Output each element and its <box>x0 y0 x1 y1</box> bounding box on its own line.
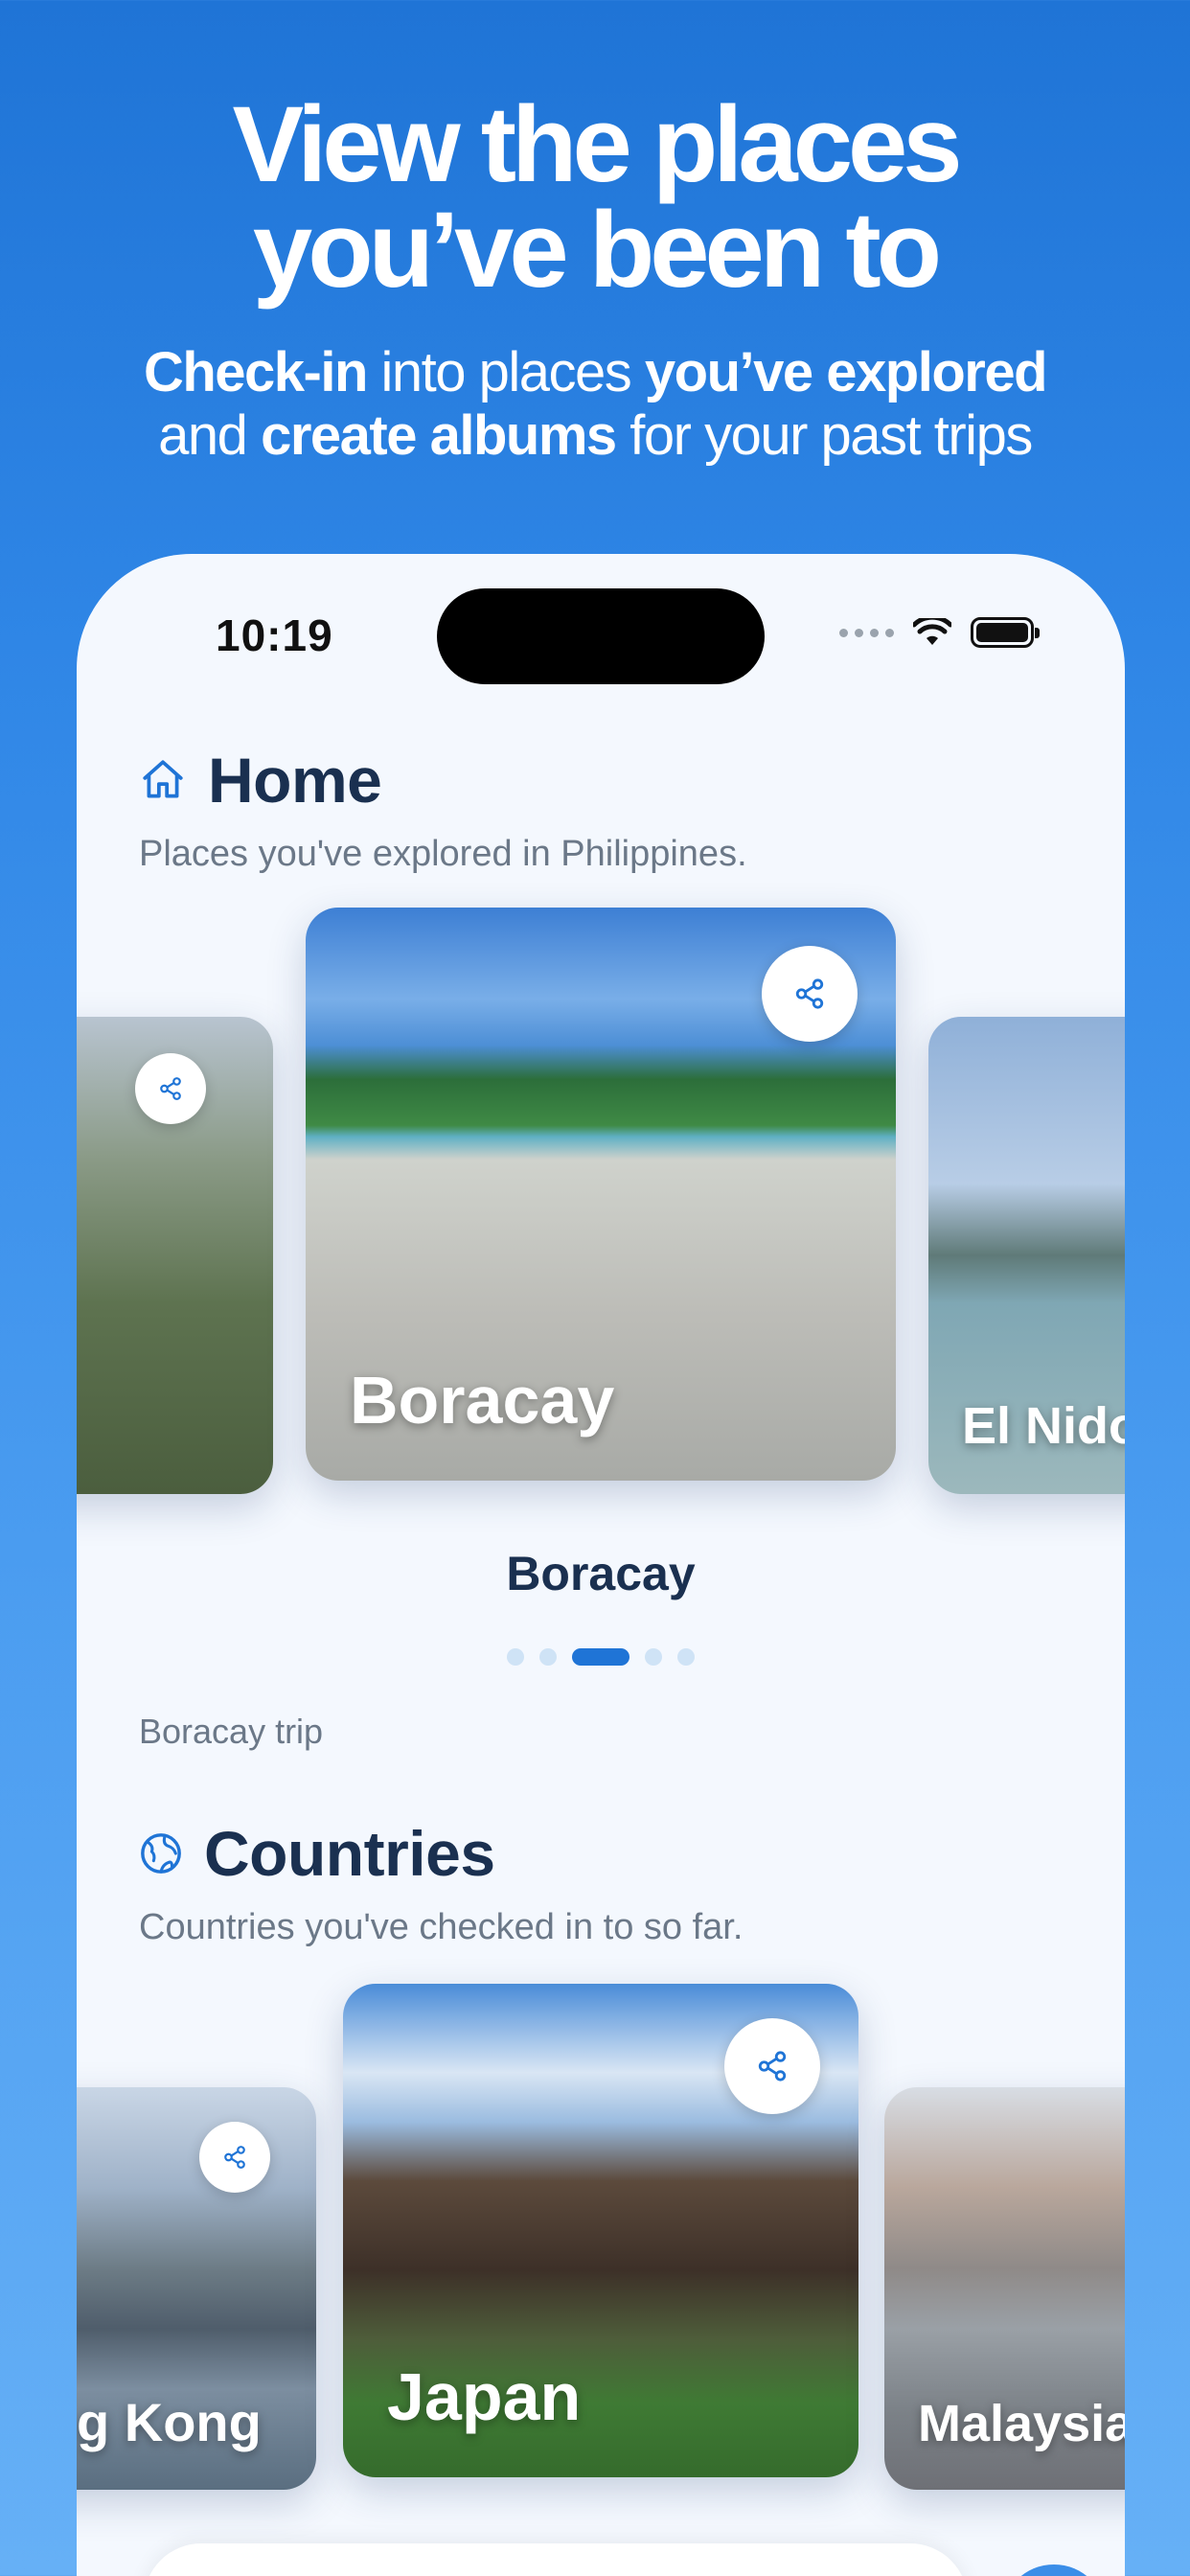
country-card-japan[interactable]: Japan <box>343 1984 858 2477</box>
promo-sub-bold: you’ve explored <box>644 341 1048 403</box>
share-icon <box>758 2051 787 2082</box>
promo-sub-text: and <box>158 404 262 467</box>
place-card-el-nido[interactable]: El Nido <box>928 1017 1125 1494</box>
carousel-pager[interactable] <box>77 1648 1125 1666</box>
place-card-left[interactable] <box>77 1017 273 1494</box>
country-card-malaysia[interactable]: Malaysia <box>884 2087 1125 2490</box>
country-card-label: Malaysia <box>918 2395 1125 2452</box>
pager-dot[interactable] <box>539 1648 557 1666</box>
promo-sub-bold: Check-in <box>143 341 368 403</box>
promo-title-line2: you’ve been to <box>252 190 942 310</box>
promo-sub-text: into places <box>366 341 645 403</box>
pager-dot[interactable] <box>677 1648 695 1666</box>
globe-icon <box>141 1833 181 1874</box>
wifi-icon <box>913 618 951 645</box>
home-description: Places you've explored in Philippines. <box>139 834 747 874</box>
countries-description: Countries you've checked in to so far. <box>139 1907 744 1947</box>
add-button[interactable] <box>1001 2564 1107 2576</box>
share-icon <box>224 2146 245 2169</box>
home-icon <box>143 760 183 798</box>
promo-sub-text: for your past trips <box>615 404 1033 467</box>
country-card-label: g Kong <box>77 2392 262 2452</box>
share-button[interactable] <box>135 1053 206 1124</box>
promo-subtitle: Check-in into places you’ve explored and… <box>0 341 1190 468</box>
place-card-boracay[interactable]: Boracay <box>306 908 896 1481</box>
share-button[interactable] <box>724 2018 820 2114</box>
share-button[interactable] <box>199 2122 270 2193</box>
pager-dot[interactable] <box>507 1648 524 1666</box>
dynamic-island <box>437 588 765 684</box>
country-card-label: Japan <box>387 2359 582 2434</box>
status-time: 10:19 <box>216 610 333 660</box>
selected-place-title: Boracay <box>506 1547 696 1600</box>
place-card-label: El Nido <box>962 1397 1125 1455</box>
trip-label[interactable]: Boracay trip <box>139 1712 323 1752</box>
home-title: Home <box>208 745 382 816</box>
place-card-label: Boracay <box>350 1363 615 1438</box>
promo-title: View the places you’ve been to <box>0 84 1190 310</box>
share-icon <box>160 1077 181 1100</box>
country-card-hong-kong[interactable]: g Kong <box>77 2087 316 2490</box>
status-indicators <box>839 617 1040 648</box>
signal-icon <box>839 628 894 637</box>
share-icon <box>795 978 824 1009</box>
pager-dot[interactable] <box>645 1648 662 1666</box>
battery-icon <box>971 617 1040 648</box>
share-button[interactable] <box>762 946 858 1042</box>
bottom-tab-bar[interactable] <box>144 2543 968 2576</box>
countries-header: Countries <box>139 1817 495 1890</box>
countries-title: Countries <box>204 1818 495 1889</box>
promo-title-line1: View the places <box>232 84 962 204</box>
home-header: Home <box>139 744 382 816</box>
pager-dot-active[interactable] <box>572 1648 629 1666</box>
phone-screen: 10:19 Home Places you've explored in Phi… <box>77 554 1125 2576</box>
promo-sub-bold: create albums <box>261 404 617 467</box>
